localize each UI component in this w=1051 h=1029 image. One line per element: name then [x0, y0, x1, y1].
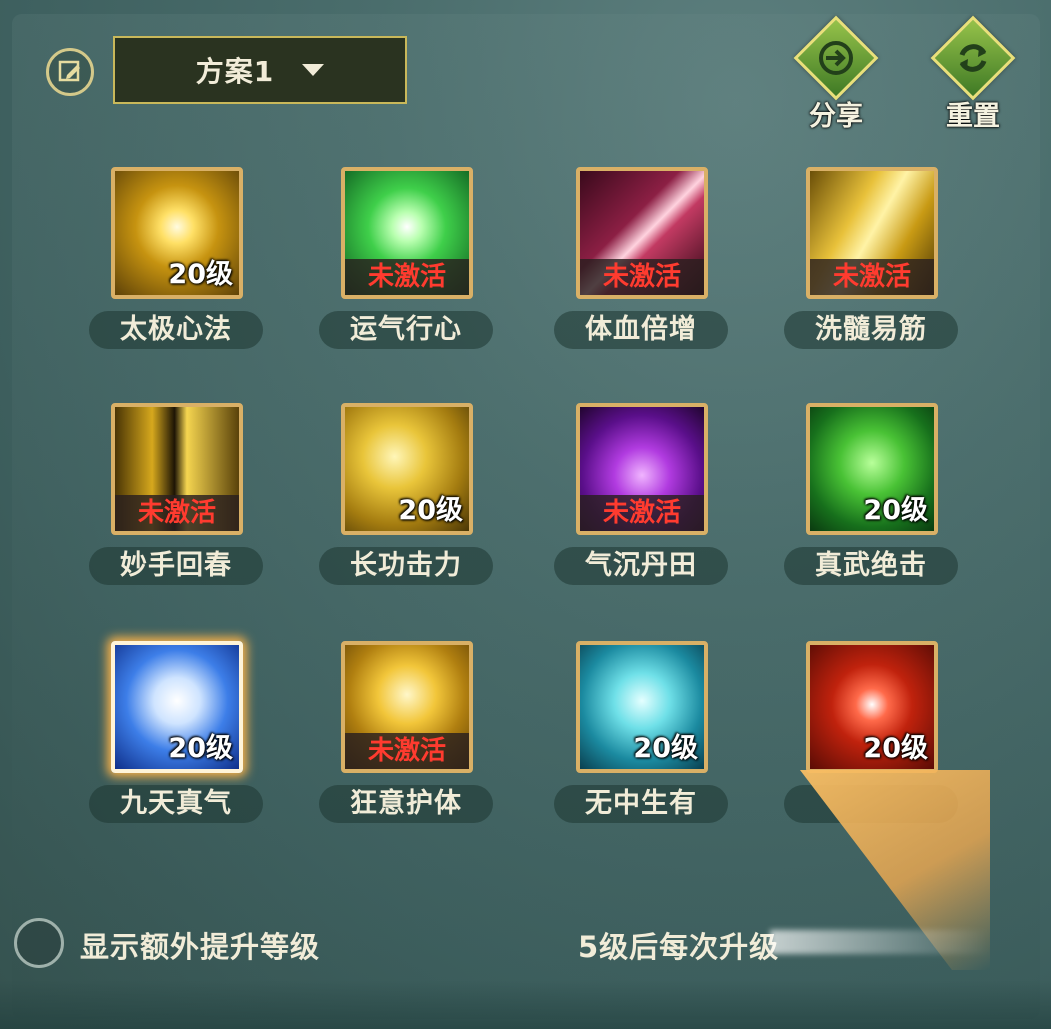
reset-label: 重置 [946, 101, 1000, 132]
skill-slot[interactable]: 未激活 运气行心 [319, 167, 493, 357]
skill-icon-frame[interactable]: 未激活 [341, 167, 473, 299]
skill-icon-frame[interactable]: 20级 [806, 641, 938, 773]
skill-level-badge: 20级 [168, 733, 233, 764]
skill-slot[interactable]: 未激活 妙手回春 [89, 403, 263, 593]
skill-inactive-badge: 未激活 [580, 495, 704, 531]
skill-name: 狂意护体 [319, 785, 493, 823]
scheme-dropdown[interactable]: 方案1 [113, 36, 407, 104]
skill-level-badge: 20级 [633, 733, 698, 764]
skill-name: 九天真气 [89, 785, 263, 823]
skill-name: 妙手回春 [89, 547, 263, 585]
extra-level-toggle[interactable] [14, 918, 64, 968]
scheme-label: 方案1 [195, 55, 275, 88]
skill-slot[interactable]: 未激活 气沉丹田 [554, 403, 728, 593]
skill-name: 真武绝击 [784, 547, 958, 585]
skill-name: 太极心法 [89, 311, 263, 349]
skill-slot[interactable]: 未激活 洗髓易筋 [784, 167, 958, 357]
chevron-down-icon [302, 64, 325, 76]
skill-slot[interactable]: 20级 九天真气 [89, 641, 263, 831]
skill-icon-frame[interactable]: 未激活 [111, 403, 243, 535]
skill-name: 无中生有 [554, 785, 728, 823]
skill-slot[interactable]: 20级 真武绝击 [784, 403, 958, 593]
skill-slot[interactable]: 未激活 体血倍增 [554, 167, 728, 357]
skill-inactive-badge: 未激活 [345, 733, 469, 769]
bottom-mist [0, 980, 1051, 1029]
skill-name: 运气行心 [319, 311, 493, 349]
edit-scheme-button[interactable] [46, 48, 94, 96]
refresh-icon [959, 44, 987, 72]
skill-level-badge: 20级 [863, 495, 928, 526]
skill-icon-frame[interactable]: 未激活 [806, 167, 938, 299]
skill-slot[interactable]: 20级 长功击力 [319, 403, 493, 593]
skill-inactive-badge: 未激活 [810, 259, 934, 295]
extra-level-toggle-label: 显示额外提升等级 [80, 930, 321, 964]
skill-name: 洗髓易筋 [784, 311, 958, 349]
skill-icon-frame[interactable]: 20级 [111, 167, 243, 299]
upgrade-note: 5级后每次升级 [578, 930, 780, 964]
note-glow [770, 930, 990, 954]
skill-inactive-badge: 未激活 [580, 259, 704, 295]
skill-name: 长功击力 [319, 547, 493, 585]
skill-icon-frame[interactable]: 未激活 [341, 641, 473, 773]
skill-name: 体血倍增 [554, 311, 728, 349]
skill-level-badge: 20级 [168, 259, 233, 290]
skill-name: 气沉丹田 [554, 547, 728, 585]
skill-icon-frame[interactable]: 20级 [341, 403, 473, 535]
share-button[interactable]: 分享 [791, 15, 881, 135]
edit-icon [58, 60, 80, 82]
skill-icon-frame[interactable]: 20级 [576, 641, 708, 773]
skill-slot[interactable]: 20级 无中生有 [554, 641, 728, 831]
skill-slot[interactable]: 20级 太极心法 [89, 167, 263, 357]
reset-button[interactable]: 重置 [928, 15, 1018, 135]
skill-icon-frame[interactable]: 未激活 [576, 403, 708, 535]
skill-slot[interactable]: 未激活 狂意护体 [319, 641, 493, 831]
skill-icon-frame[interactable]: 20级 [806, 403, 938, 535]
share-icon [819, 41, 853, 75]
skill-level-badge: 20级 [398, 495, 463, 526]
skill-inactive-badge: 未激活 [345, 259, 469, 295]
skill-icon-frame-selected[interactable]: 20级 [111, 641, 243, 773]
skill-icon-frame[interactable]: 未激活 [576, 167, 708, 299]
skill-level-badge: 20级 [863, 733, 928, 764]
skill-inactive-badge: 未激活 [115, 495, 239, 531]
share-label: 分享 [809, 101, 863, 132]
